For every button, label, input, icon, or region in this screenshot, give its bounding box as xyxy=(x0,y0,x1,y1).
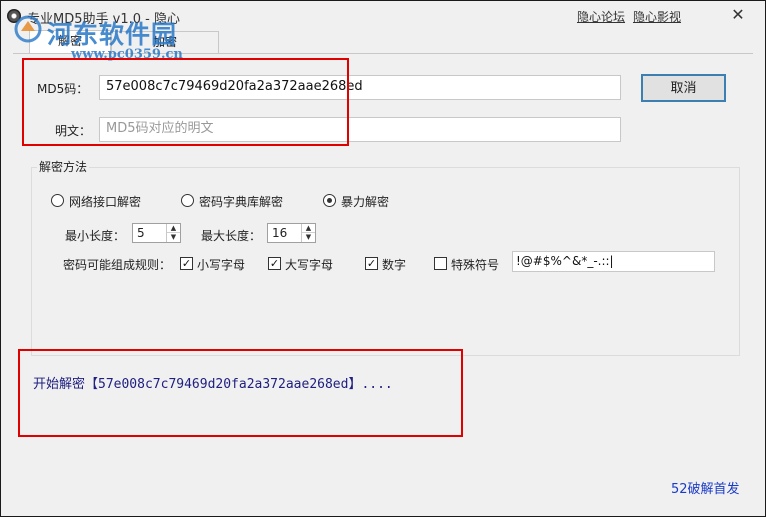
checkbox-lowercase-label: 小写字母 xyxy=(197,258,246,272)
radio-bruteforce-label: 暴力解密 xyxy=(341,195,390,209)
min-length-spin-buttons: ▲ ▼ xyxy=(166,224,180,242)
checkbox-lowercase[interactable]: ✓ xyxy=(180,257,193,270)
max-length-spin-buttons: ▲ ▼ xyxy=(301,224,315,242)
rules-label: 密码可能组成规则： xyxy=(63,258,172,272)
app-icon xyxy=(7,9,21,23)
checkbox-digits-label: 数字 xyxy=(382,258,407,272)
radio-network-label: 网络接口解密 xyxy=(69,195,142,209)
plaintext-input[interactable]: MD5码对应的明文 xyxy=(99,117,621,142)
tab-decrypt[interactable]: 解密 xyxy=(29,30,111,54)
checkbox-special[interactable] xyxy=(434,257,447,270)
md5-input[interactable]: 57e008c7c79469d20fa2a372aae268ed xyxy=(99,75,621,100)
radio-dictionary[interactable] xyxy=(181,194,194,207)
spin-up-icon[interactable]: ▲ xyxy=(302,224,315,233)
decrypt-method-title: 解密方法 xyxy=(37,158,90,175)
radio-dictionary-label: 密码字典库解密 xyxy=(199,195,284,209)
tab-encrypt[interactable]: 加密 xyxy=(111,31,219,53)
forum-link[interactable]: 隐心论坛 xyxy=(577,8,625,25)
spin-up-icon[interactable]: ▲ xyxy=(167,224,180,233)
min-length-label: 最小长度： xyxy=(65,229,126,243)
min-length-value: 5 xyxy=(137,226,145,240)
spin-down-icon[interactable]: ▼ xyxy=(167,233,180,242)
radio-network[interactable] xyxy=(51,194,64,207)
max-length-spinner[interactable]: 16 ▲ ▼ xyxy=(267,223,316,243)
checkbox-digits[interactable]: ✓ xyxy=(365,257,378,270)
footer-link[interactable]: 52破解首发 xyxy=(671,478,740,497)
max-length-label: 最大长度： xyxy=(201,229,262,243)
checkbox-uppercase-label: 大写字母 xyxy=(285,258,334,272)
status-text: 开始解密【57e008c7c79469d20fa2a372aae268ed】..… xyxy=(33,377,393,392)
app-window: 专业MD5助手 v1.0 - 隐心 隐心论坛 隐心影视 ✕ 解密 加密 河东软件… xyxy=(0,0,766,517)
spin-down-icon[interactable]: ▼ xyxy=(302,233,315,242)
window-title: 专业MD5助手 v1.0 - 隐心 xyxy=(27,12,180,27)
md5-label: MD5码： xyxy=(37,82,89,96)
radio-bruteforce[interactable] xyxy=(323,194,336,207)
title-bar: 专业MD5助手 v1.0 - 隐心 隐心论坛 隐心影视 ✕ xyxy=(1,1,765,31)
close-icon[interactable]: ✕ xyxy=(728,6,748,24)
checkbox-special-label: 特殊符号 xyxy=(451,258,500,272)
tab-divider xyxy=(13,53,753,54)
min-length-spinner[interactable]: 5 ▲ ▼ xyxy=(132,223,181,243)
max-length-value: 16 xyxy=(272,226,288,240)
plaintext-label: 明文： xyxy=(55,124,92,138)
highlight-box-status xyxy=(18,349,463,437)
special-chars-input[interactable]: !@#$%^&*_-.::| xyxy=(512,251,715,272)
checkbox-uppercase[interactable]: ✓ xyxy=(268,257,281,270)
cancel-button[interactable]: 取消 xyxy=(641,74,726,102)
video-link[interactable]: 隐心影视 xyxy=(633,8,681,25)
